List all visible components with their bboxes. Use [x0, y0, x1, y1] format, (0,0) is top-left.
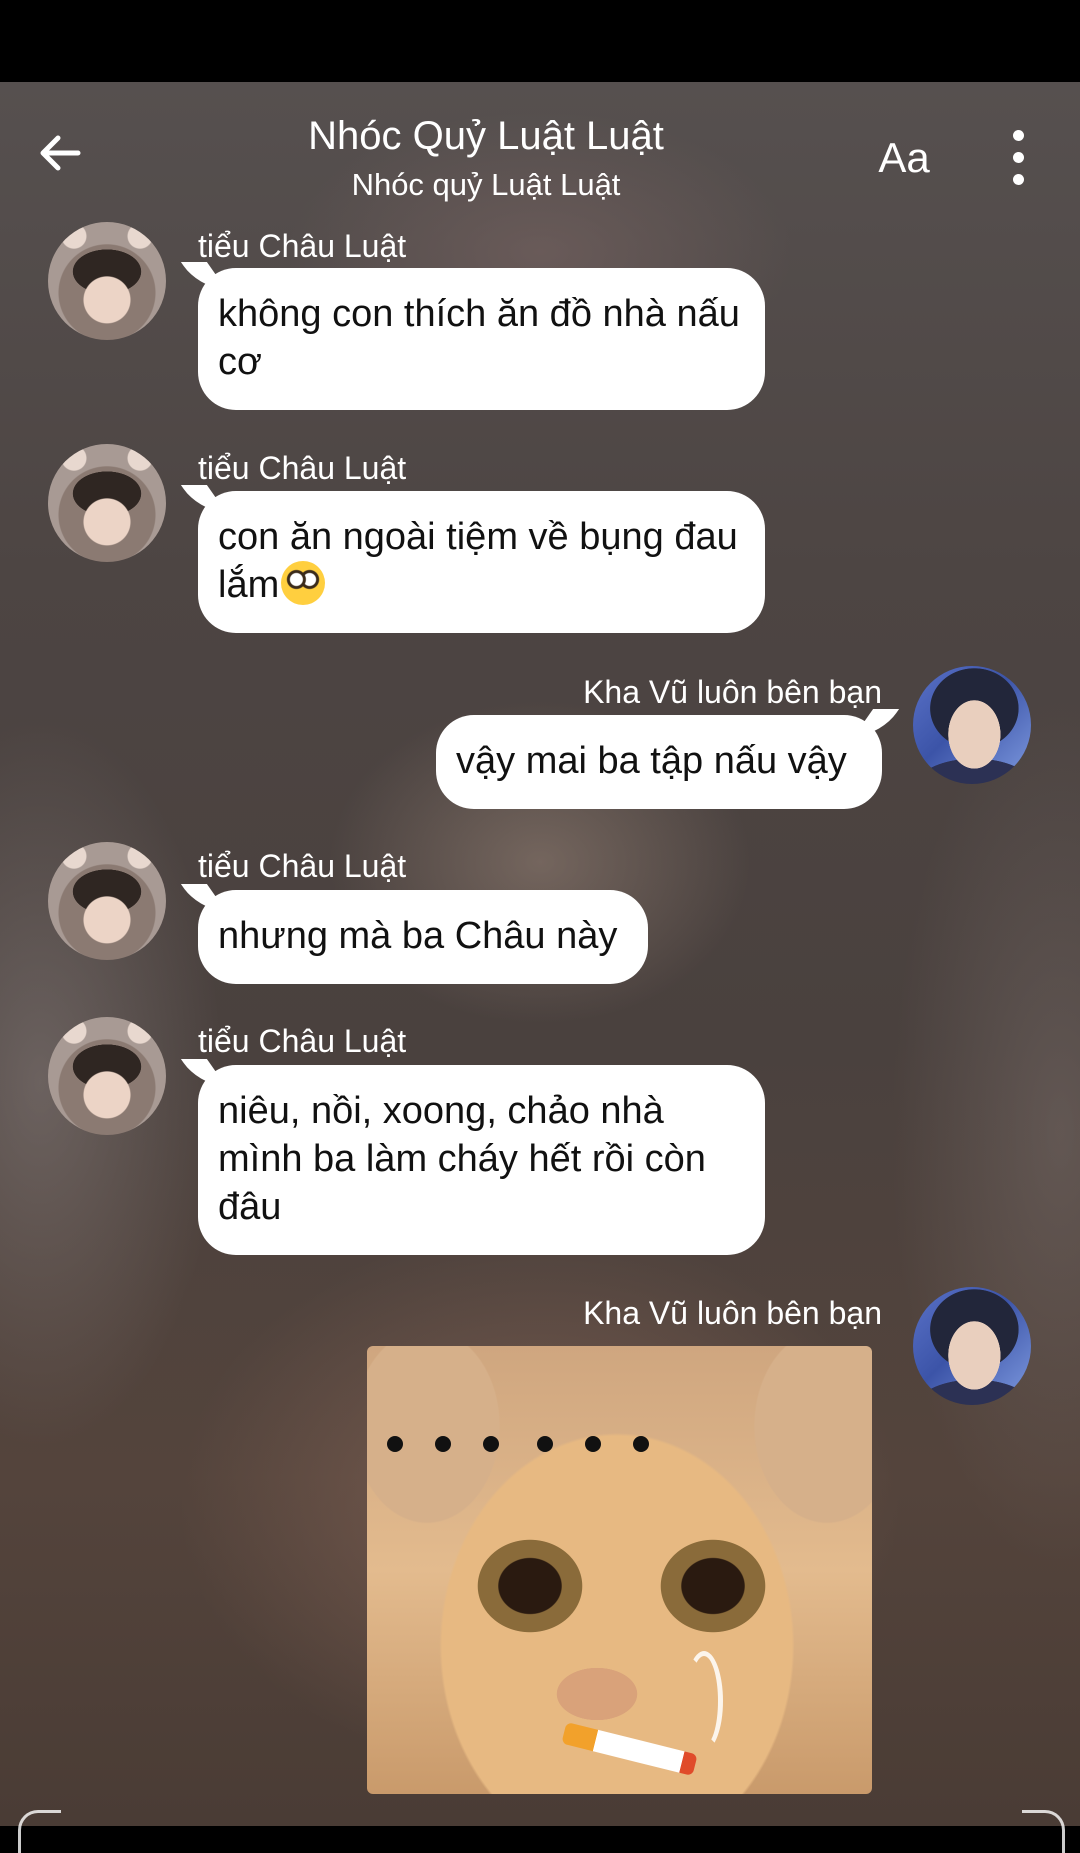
more-vertical-icon: [1013, 130, 1024, 141]
message-bubble[interactable]: không con thích ăn đồ nhà nấu cơ: [180, 262, 765, 410]
avatar-kha-vu[interactable]: [913, 1287, 1031, 1405]
chat-subtitle: Nhóc quỷ Luật Luật: [351, 167, 621, 202]
pleading-face-emoji: [281, 561, 326, 605]
message-bubble[interactable]: nhưng mà ba Châu này: [180, 884, 648, 984]
chat-title: Nhóc Quỷ Luật Luật: [308, 114, 664, 158]
message-bubble[interactable]: vậy mai ba tập nấu vậy: [436, 709, 900, 809]
status-bar: [0, 0, 1080, 82]
more-options-button[interactable]: [996, 126, 1040, 190]
avatar-tieu-chau-luat[interactable]: [48, 222, 166, 340]
sender-name: tiểu Châu Luật: [198, 228, 407, 264]
sender-name: tiểu Châu Luật: [198, 1023, 407, 1059]
screen-corner-left: [18, 1810, 61, 1853]
smoke-icon: [685, 1651, 723, 1751]
message-text: nhưng mà ba Châu này: [218, 915, 618, 957]
message-text: niêu, nồi, xoong, chảo nhà mình ba làm c…: [218, 1090, 706, 1228]
cigarette-icon: [561, 1721, 698, 1777]
avatar-tieu-chau-luat[interactable]: [48, 1017, 166, 1135]
sender-name: Kha Vũ luôn bên bạn: [583, 1295, 882, 1331]
back-button[interactable]: [36, 128, 86, 178]
cat-smoking-sticker[interactable]: [367, 1346, 872, 1794]
message-text: vậy mai ba tập nấu vậy: [456, 740, 847, 782]
avatar-tieu-chau-luat[interactable]: [48, 842, 166, 960]
arrow-left-icon: [40, 135, 81, 171]
avatar-kha-vu[interactable]: [913, 666, 1031, 784]
sender-name: tiểu Châu Luật: [198, 848, 407, 884]
sender-name: tiểu Châu Luật: [198, 450, 407, 486]
font-size-button[interactable]: Aa: [872, 130, 936, 186]
sender-name: Kha Vũ luôn bên bạn: [583, 674, 882, 710]
message-bubble[interactable]: con ăn ngoài tiệm về bụng đau lắm: [180, 485, 765, 633]
avatar-tieu-chau-luat[interactable]: [48, 444, 166, 562]
message-bubble[interactable]: niêu, nồi, xoong, chảo nhà mình ba làm c…: [180, 1059, 765, 1255]
message-text: không con thích ăn đồ nhà nấu cơ: [218, 293, 740, 383]
screen-corner-right: [1022, 1810, 1065, 1853]
ellipsis-dots: [387, 1436, 649, 1452]
